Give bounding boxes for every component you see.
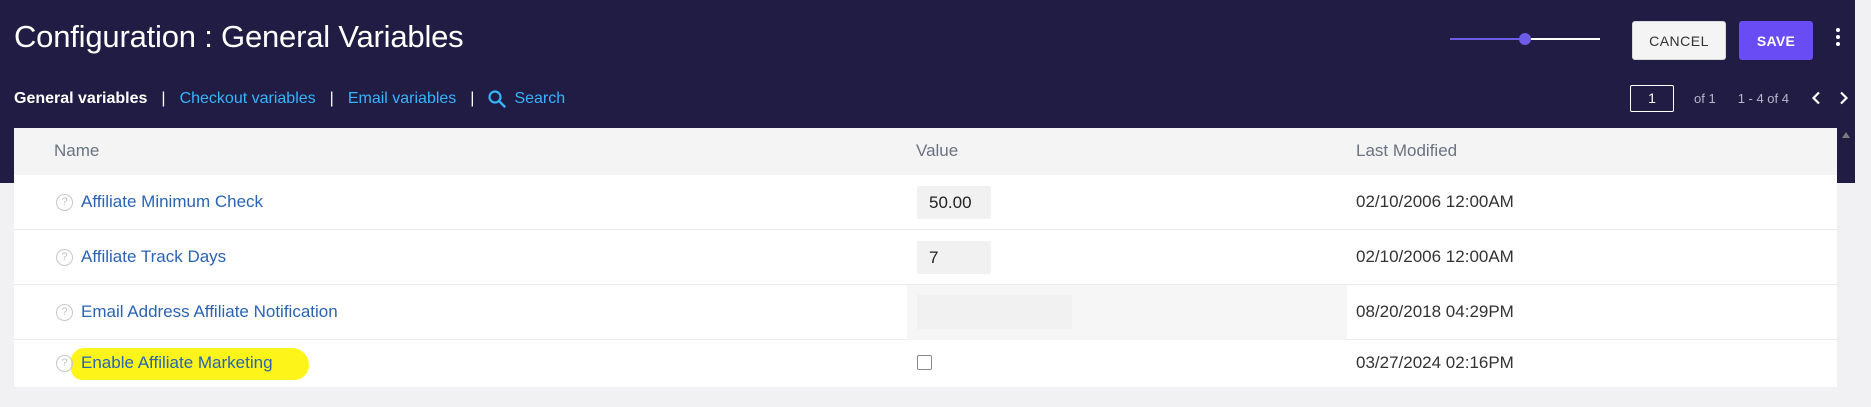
more-options-icon[interactable] bbox=[1830, 26, 1846, 54]
last-modified: 02/10/2006 12:00AM bbox=[1356, 247, 1514, 266]
last-modified: 08/20/2018 04:29PM bbox=[1356, 302, 1514, 321]
search-label: Search bbox=[514, 90, 566, 107]
variables-table: Name Value Last Modified ? Affiliate Min… bbox=[14, 128, 1837, 387]
value-field-empty[interactable] bbox=[907, 285, 1347, 340]
page-title: Configuration : General Variables bbox=[14, 19, 464, 54]
table-row: ? Affiliate Track Days 02/10/2006 12:00A… bbox=[14, 230, 1837, 285]
column-header-last-modified[interactable]: Last Modified bbox=[1356, 141, 1457, 161]
scroll-up-icon[interactable] bbox=[1841, 131, 1851, 139]
help-icon[interactable]: ? bbox=[56, 355, 73, 372]
table-row: ? Enable Affiliate Marketing 03/27/2024 … bbox=[14, 340, 1837, 387]
next-page-button[interactable] bbox=[1837, 88, 1851, 108]
subnav-separator: | bbox=[470, 90, 475, 107]
value-field[interactable] bbox=[917, 241, 991, 274]
variable-name-link[interactable]: Affiliate Track Days bbox=[81, 247, 226, 267]
zoom-slider[interactable] bbox=[1450, 31, 1600, 47]
variable-name-link[interactable]: Enable Affiliate Marketing bbox=[81, 353, 273, 373]
column-header-name[interactable]: Name bbox=[54, 141, 99, 161]
variable-name-link[interactable]: Affiliate Minimum Check bbox=[81, 192, 263, 212]
value-placeholder bbox=[917, 295, 1072, 329]
table-row: ? Email Address Affiliate Notification 0… bbox=[14, 285, 1837, 340]
subnav-separator: | bbox=[161, 90, 166, 107]
page-number-input[interactable] bbox=[1630, 84, 1674, 112]
tab-checkout-variables[interactable]: Checkout variables bbox=[180, 90, 316, 108]
search-link[interactable]: Search bbox=[488, 90, 565, 108]
value-field[interactable] bbox=[917, 186, 991, 219]
table-row: ? Affiliate Minimum Check 02/10/2006 12:… bbox=[14, 175, 1837, 230]
value-checkbox[interactable] bbox=[917, 355, 932, 370]
column-header-value[interactable]: Value bbox=[916, 141, 958, 161]
record-range: 1 - 4 of 4 bbox=[1737, 90, 1789, 106]
help-icon[interactable]: ? bbox=[56, 194, 73, 211]
prev-page-button[interactable] bbox=[1809, 88, 1823, 108]
help-icon[interactable]: ? bbox=[56, 249, 73, 266]
page-count: of 1 bbox=[1694, 90, 1716, 106]
subnav: General variables | Checkout variables |… bbox=[14, 88, 565, 110]
search-icon bbox=[488, 90, 507, 108]
chevron-left-icon bbox=[1811, 91, 1820, 105]
cancel-button[interactable]: CANCEL bbox=[1632, 21, 1726, 60]
tab-general-variables[interactable]: General variables bbox=[14, 90, 147, 108]
variable-name-link[interactable]: Email Address Affiliate Notification bbox=[81, 302, 338, 322]
slider-thumb[interactable] bbox=[1519, 33, 1531, 45]
subnav-separator: | bbox=[329, 90, 334, 107]
help-icon[interactable]: ? bbox=[56, 304, 73, 321]
table-header: Name Value Last Modified bbox=[14, 128, 1837, 175]
save-button[interactable]: SAVE bbox=[1739, 21, 1813, 60]
slider-fill bbox=[1450, 38, 1525, 40]
last-modified: 03/27/2024 02:16PM bbox=[1356, 353, 1514, 372]
last-modified: 02/10/2006 12:00AM bbox=[1356, 192, 1514, 211]
tab-email-variables[interactable]: Email variables bbox=[348, 90, 456, 108]
chevron-right-icon bbox=[1840, 91, 1849, 105]
pagination: of 1 1 - 4 of 4 bbox=[1630, 84, 1865, 112]
